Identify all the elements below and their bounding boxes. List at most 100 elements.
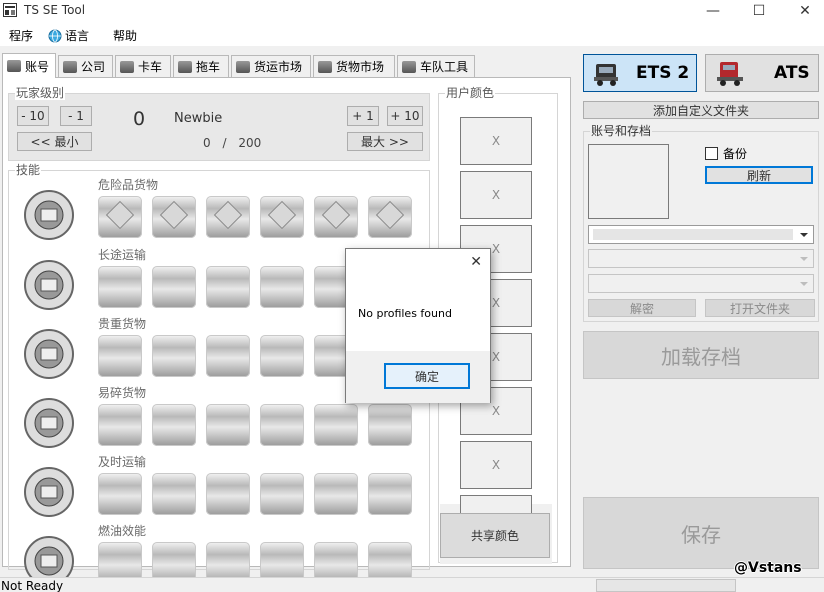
truck-tab-icon [120,60,134,73]
skill-level-tile[interactable] [368,196,412,238]
hazardous-cargo-icon [21,187,74,240]
user-color-cell[interactable]: X [460,117,532,165]
user-color-cell[interactable]: X [460,441,532,489]
skill-level-tile[interactable] [314,404,358,446]
menu-program[interactable]: 程序 [9,27,33,44]
dialog-close-button[interactable]: ✕ [470,254,482,270]
decrypt-button[interactable]: 解密 [588,299,696,317]
skill-level-tile[interactable] [260,335,304,377]
skill-level-tile[interactable] [314,196,358,238]
user-color-cell[interactable]: X [460,171,532,219]
status-progress [596,579,736,592]
tab-account[interactable]: 账号 [2,53,56,78]
skill-row-label: 燃油效能 [98,524,147,538]
level-max-button[interactable]: 最大 >> [347,132,423,151]
xp-separator: / [222,136,227,150]
maximize-button[interactable]: ☐ [736,0,782,22]
tab-cargo-market[interactable]: 货物市场 [313,55,395,77]
menu-language[interactable]: 语言 [48,27,89,44]
chevron-down-icon [800,233,808,237]
skill-row-label: 危险品货物 [98,178,159,192]
minimize-icon: — [706,3,720,19]
profiles-label: 账号和存档 [590,124,653,138]
add-custom-folder-button[interactable]: 添加自定义文件夹 [583,101,819,119]
ets2-button[interactable]: ETS 2 [583,54,697,92]
tab-label: 卡车 [138,60,163,74]
hazard-sign-icon [321,200,351,230]
hazard-sign-icon [375,200,405,230]
skill-level-tile[interactable] [368,473,412,515]
hazard-sign-icon [105,200,135,230]
save-button[interactable]: 保存 [583,497,819,569]
checkbox-box [705,147,718,160]
skill-level-tile[interactable] [314,473,358,515]
ats-button[interactable]: ATS [705,54,819,92]
profile-avatar [588,144,669,219]
skill-level-tile[interactable] [152,266,196,308]
skill-level-tile[interactable] [206,196,250,238]
xp-max: 200 [238,136,262,150]
hazard-sign-icon [159,200,189,230]
skill-level-tile[interactable] [98,473,142,515]
user-color-cell-partial[interactable] [460,495,532,513]
backup-checkbox[interactable]: 备份 [705,145,747,162]
skill-level-tile[interactable] [206,335,250,377]
tab-label: 公司 [81,60,106,74]
skills-label: 技能 [15,163,42,177]
skill-level-tile[interactable] [98,196,142,238]
skill-row-label: 长途运输 [98,248,147,262]
profile-dropdown[interactable] [588,225,814,244]
tab-truck[interactable]: 卡车 [115,55,171,77]
tab-company[interactable]: 公司 [58,55,113,77]
skill-level-tile[interactable] [152,335,196,377]
open-folder-button[interactable]: 打开文件夹 [705,299,815,317]
minimize-button[interactable]: — [690,0,736,22]
skill-level-tile[interactable] [152,404,196,446]
tab-convoy-tools[interactable]: 车队工具 [397,55,475,77]
skill-level-tile[interactable] [152,473,196,515]
save-slot-dropdown[interactable] [588,274,814,293]
skill-level-tile[interactable] [260,196,304,238]
level-minus10-button[interactable]: - 10 [17,106,49,126]
skill-row-label: 易碎货物 [98,386,147,400]
tab-label: 账号 [25,59,50,74]
close-button[interactable]: ✕ [782,0,824,22]
share-colors-button[interactable]: 共享颜色 [440,513,550,558]
refresh-button[interactable]: 刷新 [705,166,813,184]
watermark: @Vstans [734,560,802,576]
skill-level-tile[interactable] [368,404,412,446]
tab-label: 车队工具 [420,60,469,74]
menu-help[interactable]: 帮助 [113,27,137,44]
skill-row-label: 贵重货物 [98,317,147,331]
level-plus1-button[interactable]: + 1 [347,106,379,126]
level-minus1-button[interactable]: - 1 [60,106,92,126]
skill-level-tile[interactable] [260,404,304,446]
skill-level-tile[interactable] [206,473,250,515]
level-min-button[interactable]: << 最小 [17,132,92,151]
skill-level-tile[interactable] [152,196,196,238]
tab-freight-market[interactable]: 货运市场 [231,55,311,77]
account-tab-icon [7,60,21,72]
ats-label: ATS [774,63,810,83]
save-dropdown[interactable] [588,249,814,268]
just-in-time-icon [21,464,74,517]
status-bar: Not Ready [0,577,824,592]
rank-name: Newbie [174,111,223,126]
window-title: TS SE Tool [24,3,86,17]
dialog-message: No profiles found [358,307,452,320]
load-save-button[interactable]: 加载存档 [583,331,819,379]
dialog-ok-button[interactable]: 确定 [384,363,470,389]
chevron-down-icon [800,257,808,261]
skill-level-tile[interactable] [206,266,250,308]
fuel-economy-icon [21,533,74,586]
xp-current: 0 [203,136,211,150]
skill-level-tile[interactable] [98,335,142,377]
skill-level-tile[interactable] [98,266,142,308]
skill-level-tile[interactable] [260,266,304,308]
skill-level-tile[interactable] [260,473,304,515]
convoy-tools-tab-icon [402,60,416,73]
skill-level-tile[interactable] [206,404,250,446]
tab-trailer[interactable]: 拖车 [173,55,229,77]
skill-level-tile[interactable] [98,404,142,446]
level-plus10-button[interactable]: + 10 [387,106,423,126]
